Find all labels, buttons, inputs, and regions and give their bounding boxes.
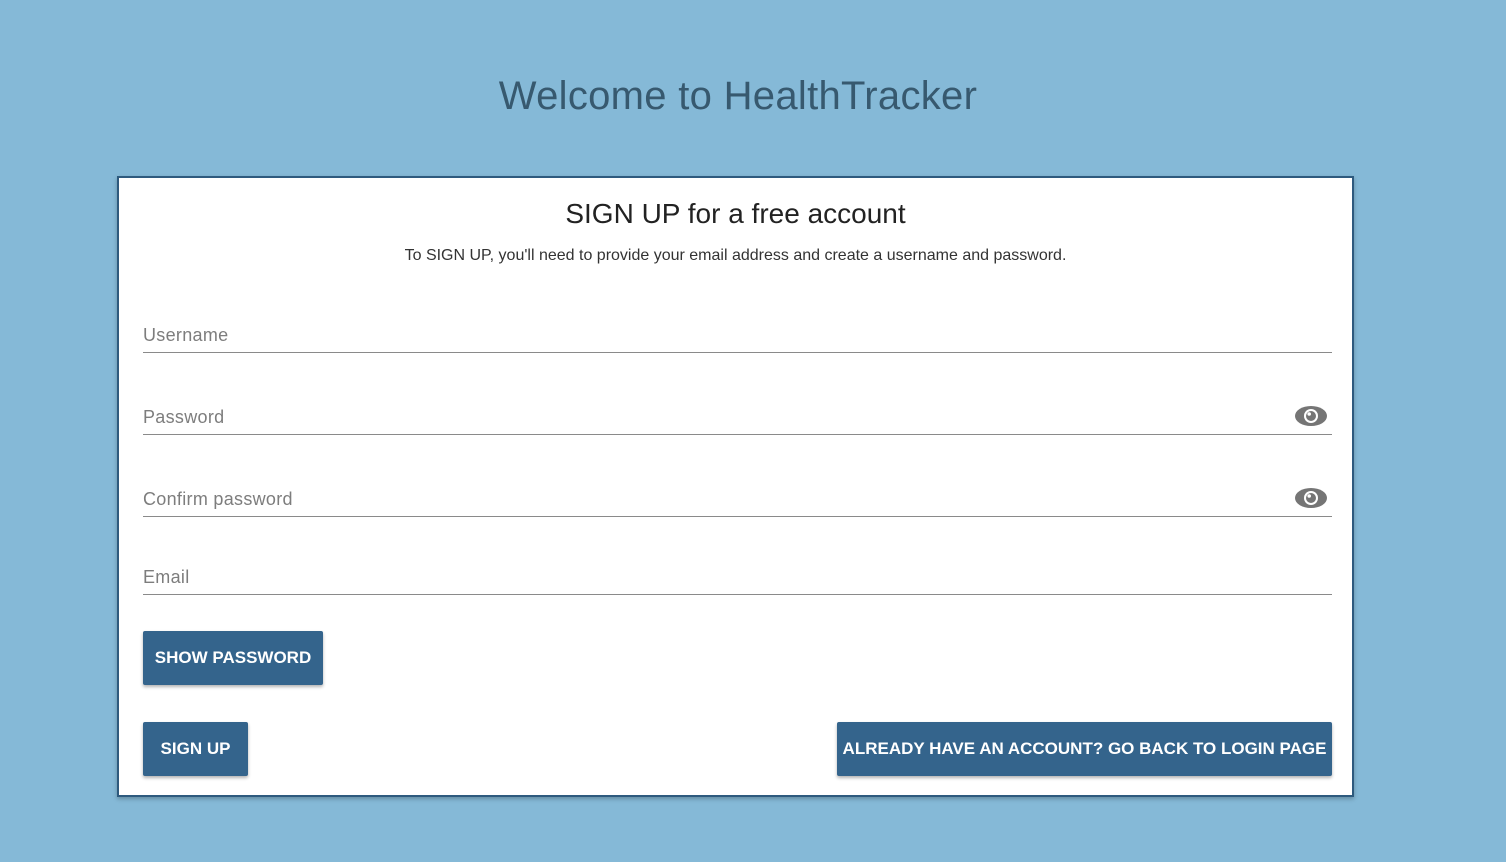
sign-up-button[interactable]: SIGN UP <box>143 722 248 776</box>
confirm-password-field <box>143 475 1332 517</box>
signup-card: SIGN UP for a free account To SIGN UP, y… <box>117 176 1354 797</box>
confirm-password-input[interactable] <box>143 486 1273 512</box>
email-input[interactable] <box>143 564 1273 590</box>
eye-icon[interactable] <box>1294 404 1328 428</box>
email-field <box>143 554 1332 595</box>
eye-icon[interactable] <box>1294 486 1328 510</box>
go-to-login-button[interactable]: ALREADY HAVE AN ACCOUNT? GO BACK TO LOGI… <box>837 722 1332 776</box>
card-title: SIGN UP for a free account <box>565 198 906 229</box>
username-input[interactable] <box>143 322 1273 348</box>
card-subtitle: To SIGN UP, you'll need to provide your … <box>404 247 1067 264</box>
show-password-button[interactable]: SHOW PASSWORD <box>143 631 323 685</box>
password-input[interactable] <box>143 404 1273 430</box>
username-field <box>143 312 1332 353</box>
page-title: Welcome to HealthTracker <box>498 74 978 118</box>
password-field <box>143 394 1332 435</box>
